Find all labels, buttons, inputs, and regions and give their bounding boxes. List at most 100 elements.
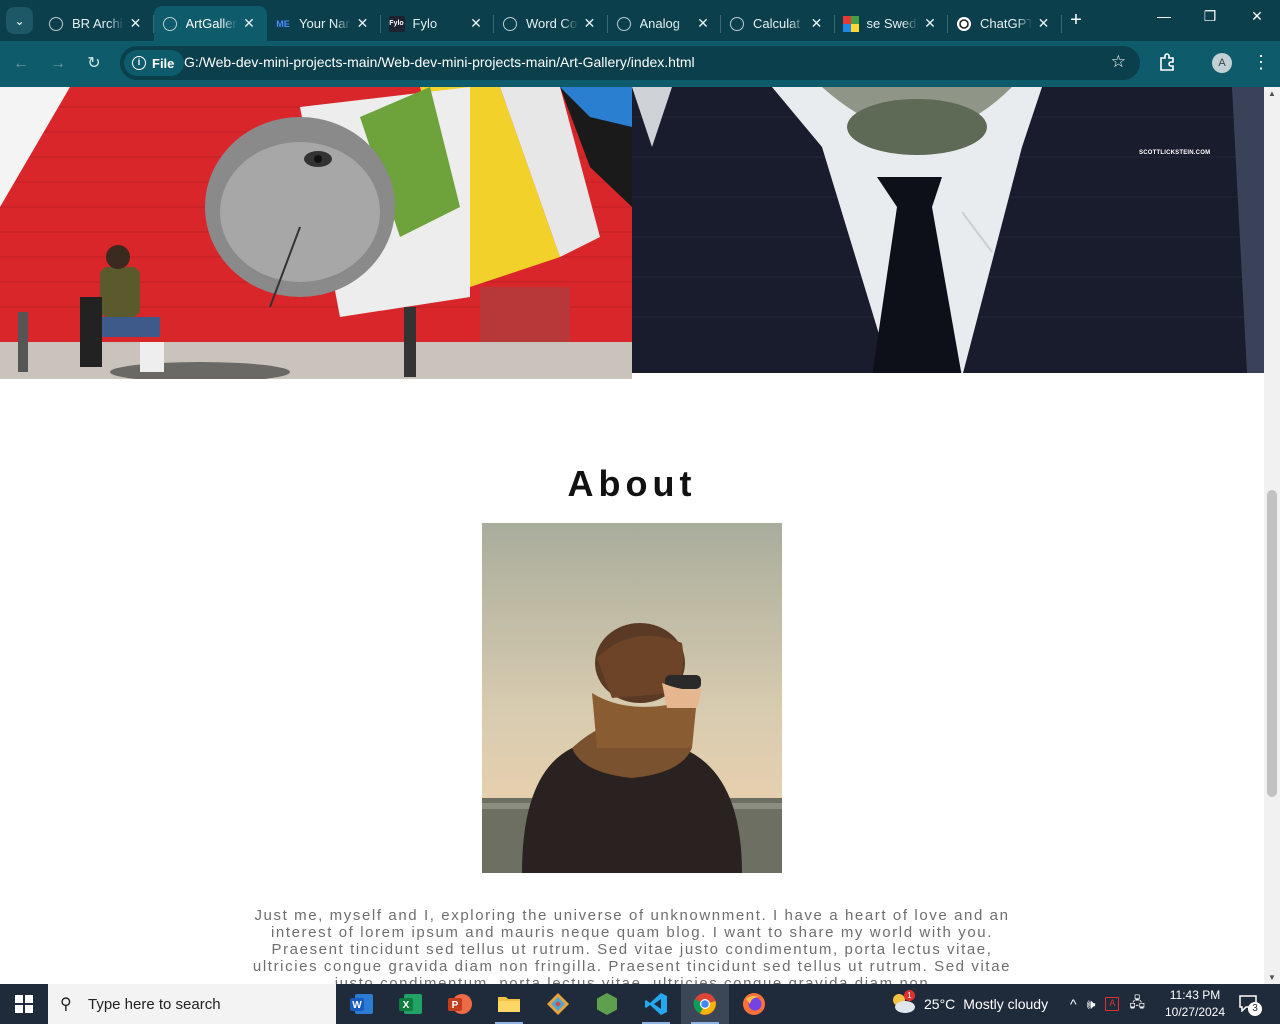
close-icon[interactable]: ✕ bbox=[464, 15, 488, 32]
tab-title: se Swed bbox=[866, 16, 917, 31]
tab-title: ArtGallery bbox=[185, 16, 238, 31]
extensions-puzzle-icon[interactable] bbox=[1157, 52, 1177, 77]
network-icon[interactable]: 🖧 bbox=[1129, 992, 1145, 1016]
taskbar-excel-icon[interactable]: X bbox=[387, 984, 435, 1024]
weather-widget[interactable]: 1 25°C Mostly cloudy bbox=[890, 984, 1048, 1024]
taskbar-node-icon[interactable] bbox=[583, 984, 631, 1024]
taskbar-search-box[interactable]: ⚲ Type here to search bbox=[48, 984, 336, 1024]
svg-text:W: W bbox=[352, 1000, 362, 1011]
globe-icon bbox=[729, 16, 745, 32]
weather-temperature: 25°C bbox=[924, 996, 956, 1012]
close-window-button[interactable]: ✕ bbox=[1234, 8, 1280, 25]
chevron-down-icon: ⌄ bbox=[14, 13, 25, 28]
url-text[interactable]: G:/Web-dev-mini-projects-main/Web-dev-mi… bbox=[184, 54, 695, 70]
colorful-grid-icon bbox=[842, 15, 859, 32]
address-bar[interactable]: i File G:/Web-dev-mini-projects-main/Web… bbox=[120, 46, 1140, 80]
taskbar-chrome-icon[interactable] bbox=[681, 984, 729, 1024]
tab-your-name[interactable]: ME Your Name ✕ bbox=[267, 6, 381, 41]
windows-logo-icon bbox=[15, 995, 33, 1013]
info-icon: i bbox=[132, 56, 146, 70]
tab-word-counter[interactable]: Word Co ✕ bbox=[494, 6, 608, 41]
scroll-down-arrow-icon[interactable]: ▼ bbox=[1268, 973, 1276, 982]
about-paragraph: Just me, myself and I, exploring the uni… bbox=[252, 907, 1012, 984]
tab-list: BR Archi ✕ ArtGallery ✕ ME Your Name ✕ F… bbox=[40, 6, 1062, 41]
about-portrait-image bbox=[482, 523, 782, 873]
close-icon[interactable]: ✕ bbox=[805, 15, 829, 32]
tab-artgallery[interactable]: ArtGallery ✕ bbox=[153, 6, 267, 41]
tab-title: Calculat bbox=[753, 16, 800, 31]
notification-count-badge: 3 bbox=[1248, 1001, 1262, 1016]
about-heading: About bbox=[567, 463, 697, 504]
taskbar-file-explorer-icon[interactable] bbox=[485, 984, 533, 1024]
weather-alert-badge: 1 bbox=[904, 989, 915, 1001]
gallery-image-mural bbox=[0, 87, 632, 379]
page-scrollbar[interactable]: ▲ ▼ bbox=[1264, 87, 1280, 984]
close-icon[interactable]: ✕ bbox=[351, 15, 375, 32]
site-info-chip[interactable]: i File bbox=[124, 50, 185, 76]
me-icon: ME bbox=[276, 18, 290, 29]
more-menu-icon[interactable]: ⋮ bbox=[1252, 52, 1270, 73]
gallery-image-suit: SCOTTLICKSTEIN.COM bbox=[632, 87, 1264, 373]
tab-analog[interactable]: Analog ✕ bbox=[608, 6, 721, 41]
back-button[interactable]: ← bbox=[10, 53, 32, 75]
tab-br-archi[interactable]: BR Archi ✕ bbox=[40, 6, 154, 41]
restore-button[interactable]: ❐ bbox=[1187, 8, 1233, 25]
taskbar-git-icon[interactable] bbox=[534, 984, 582, 1024]
tab-title: Analog bbox=[639, 16, 680, 31]
clock-time: 11:43 PM bbox=[1169, 988, 1221, 1002]
tab-search-button[interactable]: ⌄ bbox=[6, 7, 33, 34]
svg-text:P: P bbox=[452, 1000, 459, 1011]
close-icon[interactable]: ✕ bbox=[918, 15, 942, 32]
taskbar-word-icon[interactable]: W bbox=[338, 984, 386, 1024]
acrobat-icon[interactable]: A bbox=[1105, 997, 1120, 1011]
speaker-icon[interactable]: 🕪 bbox=[1087, 996, 1096, 1013]
globe-icon bbox=[502, 16, 518, 32]
minimize-button[interactable]: — bbox=[1141, 8, 1187, 24]
notification-icon: 3 bbox=[1238, 994, 1262, 1016]
tab-title: ChatGPT bbox=[980, 16, 1032, 31]
start-button[interactable] bbox=[0, 984, 48, 1024]
taskbar-vscode-icon[interactable] bbox=[632, 984, 680, 1024]
tab-title: BR Archi bbox=[72, 16, 123, 31]
notification-center-button[interactable]: 3 bbox=[1238, 984, 1262, 1024]
forward-button[interactable]: → bbox=[47, 53, 69, 75]
svg-text:X: X bbox=[403, 1000, 410, 1011]
scrollbar-thumb[interactable] bbox=[1267, 490, 1277, 797]
globe-icon bbox=[616, 16, 632, 32]
search-icon: ⚲ bbox=[60, 996, 72, 1013]
mural-watermark: SCOTTLICKSTEIN.COM bbox=[1139, 150, 1211, 156]
star-icon[interactable]: ☆ bbox=[1111, 52, 1126, 72]
taskbar-clock[interactable]: 11:43 PM 10/27/2024 bbox=[1160, 987, 1230, 1021]
close-icon[interactable]: ✕ bbox=[124, 15, 148, 32]
search-placeholder: Type here to search bbox=[88, 995, 221, 1013]
chevron-up-icon[interactable]: ^ bbox=[1070, 996, 1077, 1012]
close-icon[interactable]: ✕ bbox=[691, 15, 715, 32]
close-icon[interactable]: ✕ bbox=[1032, 15, 1056, 32]
new-tab-button[interactable]: + bbox=[1064, 9, 1088, 33]
site-info-label: File bbox=[152, 55, 175, 71]
globe-icon bbox=[48, 16, 64, 32]
reload-button[interactable]: ↻ bbox=[83, 53, 105, 75]
system-tray: ^ 🕪 A 🖧 bbox=[1070, 984, 1145, 1024]
browser-toolbar: ← → ↻ i File G:/Web-dev-mini-projects-ma… bbox=[0, 41, 1280, 87]
windows-taskbar: ⚲ Type here to search W X P 1 25°C Mostl… bbox=[0, 984, 1280, 1024]
close-icon[interactable]: ✕ bbox=[578, 15, 602, 32]
tab-title: Fylo bbox=[412, 16, 438, 31]
globe-icon bbox=[162, 16, 178, 32]
cloudy-weather-icon: 1 bbox=[890, 989, 916, 1017]
tab-title: Your Name bbox=[299, 16, 351, 31]
tab-swedish[interactable]: se Swed ✕ bbox=[835, 6, 948, 41]
close-icon[interactable]: ✕ bbox=[237, 15, 261, 32]
page-viewport: SCOTTLICKSTEIN.COM About Just me, myself… bbox=[0, 87, 1280, 984]
chatgpt-icon bbox=[956, 16, 972, 32]
tab-fylo[interactable]: Fylo Fylo ✕ bbox=[381, 6, 494, 41]
weather-condition: Mostly cloudy bbox=[963, 996, 1049, 1012]
profile-avatar[interactable]: A bbox=[1212, 53, 1232, 73]
tab-chatgpt[interactable]: ChatGPT ✕ bbox=[948, 6, 1062, 41]
taskbar-firefox-icon[interactable] bbox=[730, 984, 778, 1024]
taskbar-powerpoint-icon[interactable]: P bbox=[436, 984, 484, 1024]
clock-date: 10/27/2024 bbox=[1164, 1005, 1226, 1019]
tab-calculator[interactable]: Calculat ✕ bbox=[721, 6, 835, 41]
scroll-up-arrow-icon[interactable]: ▲ bbox=[1268, 89, 1276, 98]
fylo-icon: Fylo bbox=[388, 15, 405, 32]
